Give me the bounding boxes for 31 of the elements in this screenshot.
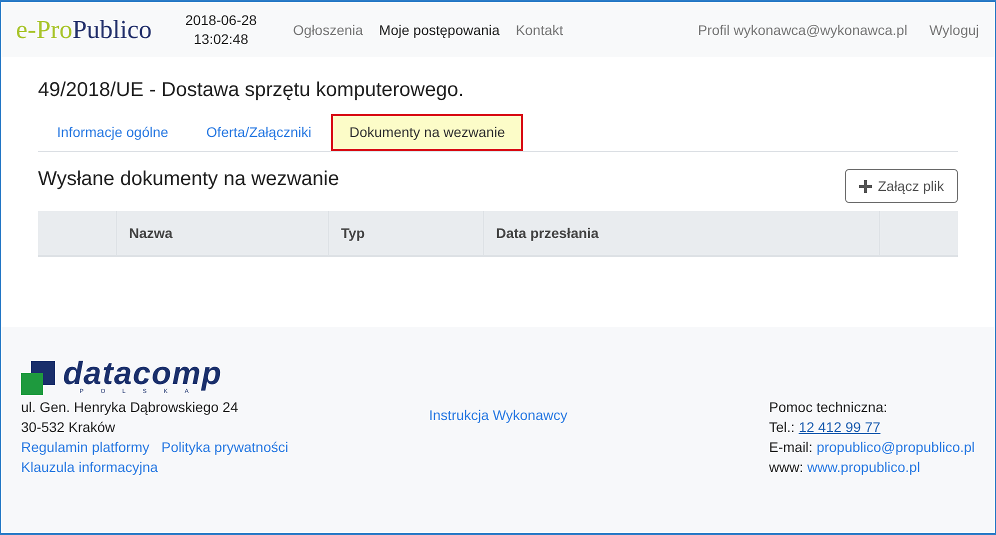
footer-link[interactable]: Klauzula informacyjna bbox=[21, 457, 429, 477]
section-title: Wysłane dokumenty na wezwanie bbox=[38, 168, 340, 191]
www-label: www: bbox=[769, 458, 804, 477]
email-label: E-mail: bbox=[769, 438, 813, 457]
column-header: Data przesłania bbox=[496, 225, 599, 241]
date-text: 2018-06-28 bbox=[185, 10, 257, 30]
footer-link[interactable]: Regulamin platformy bbox=[21, 437, 150, 457]
support-heading: Pomoc techniczna: bbox=[769, 398, 888, 417]
phone-label: Tel.: bbox=[769, 418, 795, 437]
column-header: Nazwa bbox=[129, 225, 173, 241]
phone-link[interactable]: 12 412 99 77 bbox=[798, 417, 880, 437]
email-link[interactable]: propublico@propublico.pl bbox=[816, 437, 975, 457]
tab[interactable]: Dokumenty na wezwanie bbox=[331, 114, 523, 151]
column-header: Typ bbox=[341, 225, 365, 241]
nav-link[interactable]: Moje postępowania bbox=[379, 22, 500, 38]
address-text: ul. Gen. Henryka Dąbrowskiego 24 bbox=[21, 398, 240, 417]
nav-link[interactable]: Wyloguj bbox=[929, 22, 979, 38]
website-link[interactable]: www.propublico.pl bbox=[807, 457, 920, 477]
site-logo[interactable]: e-ProPublico bbox=[16, 14, 171, 44]
attach-file-button[interactable]: Załącz plik bbox=[844, 169, 958, 203]
nav-link[interactable]: Profil wykonawca@wykonawca.pl bbox=[698, 22, 908, 38]
manual-link[interactable]: Instrukcja Wykonawcy bbox=[429, 407, 568, 423]
tab[interactable]: Informacje ogólne bbox=[39, 114, 186, 151]
nav-link[interactable]: Kontakt bbox=[516, 22, 564, 38]
plus-icon bbox=[858, 180, 872, 192]
time-text: 13:02:48 bbox=[194, 30, 248, 48]
nav-link[interactable]: Ogłoszenia bbox=[293, 22, 364, 38]
tab[interactable]: Oferta/Załączniki bbox=[188, 114, 330, 151]
footer-link[interactable]: Polityka prywatności bbox=[161, 437, 288, 457]
address-text: 30-532 Kraków bbox=[21, 418, 116, 437]
page-title: 49/2018/UE - Dostawa sprzętu komputerowego. bbox=[38, 79, 465, 102]
